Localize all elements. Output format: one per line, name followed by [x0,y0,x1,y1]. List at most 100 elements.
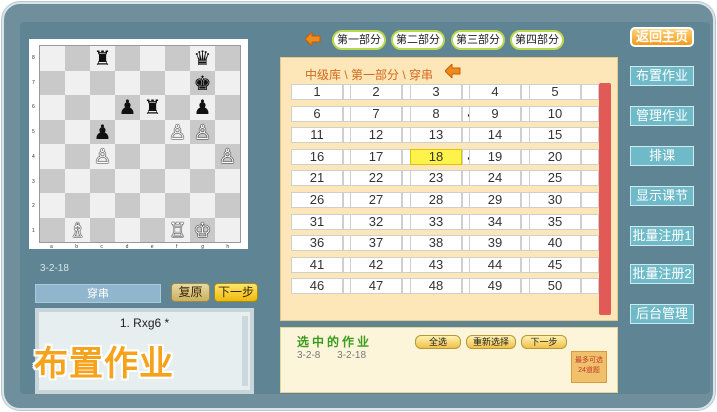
board-square[interactable]: ♜ [140,95,165,120]
sidebar-item-assign-homework[interactable]: 布置作业 [630,66,694,86]
problem-number-cell[interactable]: 37 [350,235,402,252]
back-arrow-icon[interactable] [445,64,461,78]
board-square[interactable] [165,46,190,71]
problem-checkbox[interactable] [581,127,599,144]
problem-checkbox[interactable] [581,84,599,100]
problem-number-cell[interactable]: 31 [291,213,343,230]
board-square[interactable] [190,144,215,169]
board-square[interactable] [65,46,90,71]
board-square[interactable] [140,193,165,218]
board-square[interactable] [215,95,240,120]
problem-checkbox[interactable] [581,170,599,187]
problem-number-cell[interactable]: 1 [291,84,343,100]
problem-number-cell[interactable]: 46 [291,278,343,295]
problem-number-cell[interactable]: 22 [350,170,402,187]
problem-number-cell[interactable]: 48 [410,278,462,295]
problem-number-cell[interactable]: 26 [291,192,343,208]
problem-number-cell[interactable]: 5 [529,84,581,100]
problem-checkbox[interactable] [581,148,599,165]
board-square[interactable] [90,217,115,242]
problem-number-cell[interactable]: 8 [410,105,462,122]
board-square[interactable] [40,70,65,95]
grid-scrollbar[interactable] [599,83,611,315]
problem-number-cell[interactable]: 28 [410,192,462,208]
problem-number-cell[interactable]: 44 [469,256,521,273]
problem-number-cell[interactable]: 38 [410,235,462,252]
board-square[interactable] [90,95,115,120]
board-square[interactable]: ♔ [190,217,215,242]
board-square[interactable]: ♙ [215,144,240,169]
board-square[interactable]: ♚ [190,70,215,95]
problem-number-cell[interactable]: 35 [529,213,581,230]
problem-number-cell[interactable]: 34 [469,213,521,230]
board-square[interactable] [215,119,240,144]
board-square[interactable] [190,193,215,218]
sidebar-item-show-lessons[interactable]: 显示课节 [630,186,694,206]
problem-checkbox[interactable] [581,278,599,295]
board-square[interactable] [40,193,65,218]
board-square[interactable] [90,168,115,193]
chess-piece[interactable]: ♗ [69,220,87,240]
board-square[interactable] [215,46,240,71]
problem-number-cell[interactable]: 12 [350,127,402,144]
problem-number-cell[interactable]: 20 [529,148,581,165]
problem-number-cell[interactable]: 13 [410,127,462,144]
problem-checkbox[interactable] [581,213,599,230]
board-square[interactable] [115,144,140,169]
problem-number-cell[interactable]: 40 [529,235,581,252]
board-square[interactable]: ♟ [190,95,215,120]
board-square[interactable] [140,217,165,242]
problem-number-cell[interactable]: 50 [529,278,581,295]
problem-number-cell[interactable]: 23 [410,170,462,187]
problem-number-cell[interactable]: 15 [529,127,581,144]
board-square[interactable] [65,193,90,218]
board-square[interactable] [40,168,65,193]
problem-number-cell[interactable]: 18 [410,148,462,165]
sidebar-item-batch-register-1[interactable]: 批量注册1 [630,226,694,246]
selected-next-button[interactable]: 下一步 [521,335,567,349]
problem-number-cell[interactable]: 3 [410,84,462,100]
sidebar-item-schedule[interactable]: 排课 [630,146,694,166]
chess-piece[interactable]: ♛ [194,48,212,68]
chess-piece[interactable]: ♙ [94,146,112,166]
problem-number-cell[interactable]: 6 [291,105,343,122]
chess-piece[interactable]: ♙ [219,146,237,166]
tab-part-2[interactable]: 第二部分 [391,30,445,50]
tab-part-1[interactable]: 第一部分 [332,30,386,50]
chess-piece[interactable]: ♖ [169,220,187,240]
select-all-button[interactable]: 全选 [415,335,461,349]
chess-piece[interactable]: ♜ [144,97,162,117]
board-square[interactable] [65,70,90,95]
board-square[interactable]: ♟ [115,95,140,120]
board-square[interactable]: ♛ [190,46,215,71]
board-square[interactable] [140,144,165,169]
reset-button[interactable]: 复原 [171,283,210,302]
problem-number-cell[interactable]: 9 [469,105,521,122]
board-square[interactable] [40,217,65,242]
board-square[interactable] [215,168,240,193]
problem-checkbox[interactable] [581,105,599,122]
chess-piece[interactable]: ♟ [194,97,212,117]
board-square[interactable]: ♖ [165,217,190,242]
problem-number-cell[interactable]: 30 [529,192,581,208]
board-square[interactable] [115,168,140,193]
sidebar-item-admin[interactable]: 后台管理 [630,304,694,324]
board-square[interactable] [65,119,90,144]
board-square[interactable] [40,119,65,144]
board-square[interactable]: ♙ [165,119,190,144]
board-square[interactable] [40,95,65,120]
problem-number-cell[interactable]: 17 [350,148,402,165]
board-square[interactable] [90,193,115,218]
board-square[interactable] [165,144,190,169]
board-square[interactable] [65,168,90,193]
problem-number-cell[interactable]: 24 [469,170,521,187]
board-square[interactable] [165,95,190,120]
problem-number-cell[interactable]: 4 [469,84,521,100]
board-square[interactable]: ♙ [90,144,115,169]
chess-piece[interactable]: ♜ [94,48,112,68]
problem-number-cell[interactable]: 11 [291,127,343,144]
chess-board[interactable]: ♜ ♛ ♚ ♟ ♜ ♟ ♟ ♙ ♙ ♙ ♙ ♗ ♖ ♔ [39,45,241,243]
chess-piece[interactable]: ♚ [194,73,212,93]
next-step-button[interactable]: 下一步 [214,283,258,302]
problem-number-cell[interactable]: 16 [291,148,343,165]
